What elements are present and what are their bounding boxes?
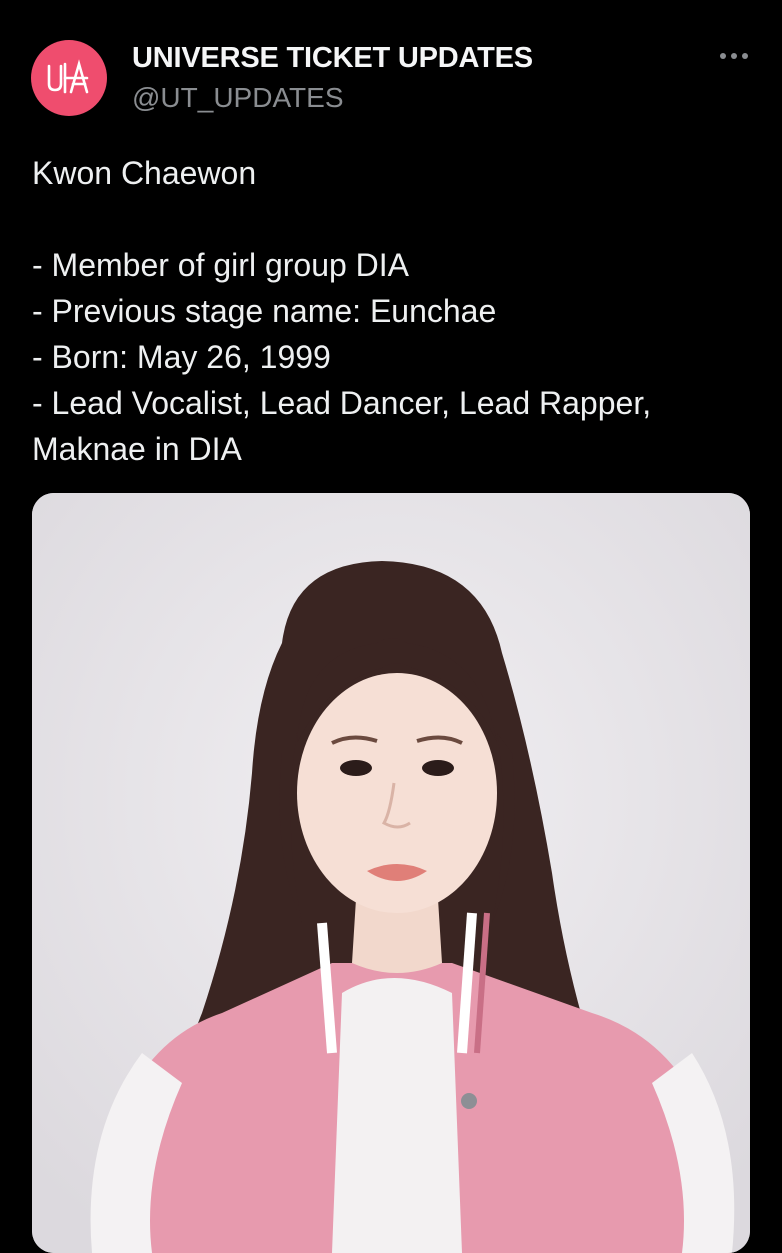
- tweet-text: Kwon Chaewon - Member of girl group DIA …: [32, 150, 752, 472]
- portrait-image: [32, 493, 750, 1253]
- tweet-text-line: Maknae in DIA: [32, 431, 242, 467]
- tweet-text-line: - Member of girl group DIA: [32, 247, 410, 283]
- universe-logo-icon: [47, 59, 89, 94]
- more-horizontal-icon: [720, 53, 748, 59]
- author-handle[interactable]: @UT_UPDATES: [132, 82, 344, 114]
- tweet-text-line: Kwon Chaewon: [32, 155, 257, 191]
- tweet-text-line: - Born: May 26, 1999: [32, 339, 331, 375]
- tweet: UNIVERSE TICKET UPDATES @UT_UPDATES Kwon…: [0, 0, 782, 1253]
- author-display-name[interactable]: UNIVERSE TICKET UPDATES: [132, 42, 533, 75]
- tweet-media-photo[interactable]: [32, 493, 750, 1253]
- tweet-text-line: - Lead Vocalist, Lead Dancer, Lead Rappe…: [32, 385, 652, 421]
- tweet-text-line: - Previous stage name: Eunchae: [32, 293, 497, 329]
- more-options-button[interactable]: [714, 46, 754, 66]
- avatar[interactable]: [31, 40, 107, 116]
